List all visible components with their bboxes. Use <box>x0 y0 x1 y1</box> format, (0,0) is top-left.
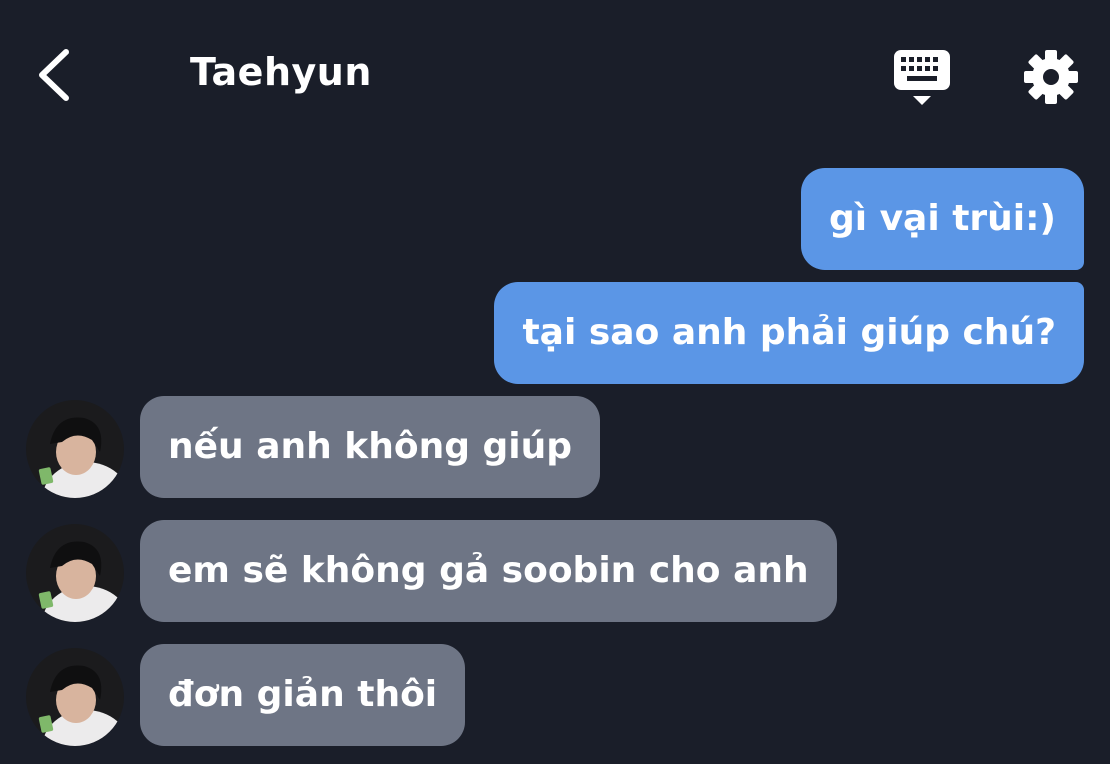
avatar[interactable] <box>26 400 124 498</box>
incoming-message-bubble[interactable]: em sẽ không gả soobin cho anh <box>140 520 837 622</box>
message-text: gì vại trùi:) <box>828 198 1056 239</box>
message-text: em sẽ không gả soobin cho anh <box>168 550 809 591</box>
avatar[interactable] <box>26 648 124 746</box>
message-text: tại sao anh phải giúp chú? <box>522 312 1056 353</box>
keyboard-button[interactable] <box>890 46 954 108</box>
outgoing-message-bubble[interactable]: tại sao anh phải giúp chú? <box>494 282 1084 384</box>
chevron-left-icon <box>39 49 69 101</box>
keyboard-icon <box>894 50 950 105</box>
settings-button[interactable] <box>1020 46 1082 108</box>
avatar[interactable] <box>26 524 124 622</box>
chat-title: Taehyun <box>190 50 372 94</box>
gear-icon <box>1024 50 1078 104</box>
message-text: đơn giản thôi <box>168 674 438 715</box>
outgoing-message-bubble[interactable]: gì vại trùi:) <box>800 168 1084 270</box>
chat-header: Taehyun <box>0 0 1110 150</box>
back-button[interactable] <box>30 44 80 106</box>
message-text: nếu anh không giúp <box>168 426 573 467</box>
incoming-message-bubble[interactable]: nếu anh không giúp <box>140 396 601 498</box>
incoming-message-bubble[interactable]: đơn giản thôi <box>140 644 466 746</box>
